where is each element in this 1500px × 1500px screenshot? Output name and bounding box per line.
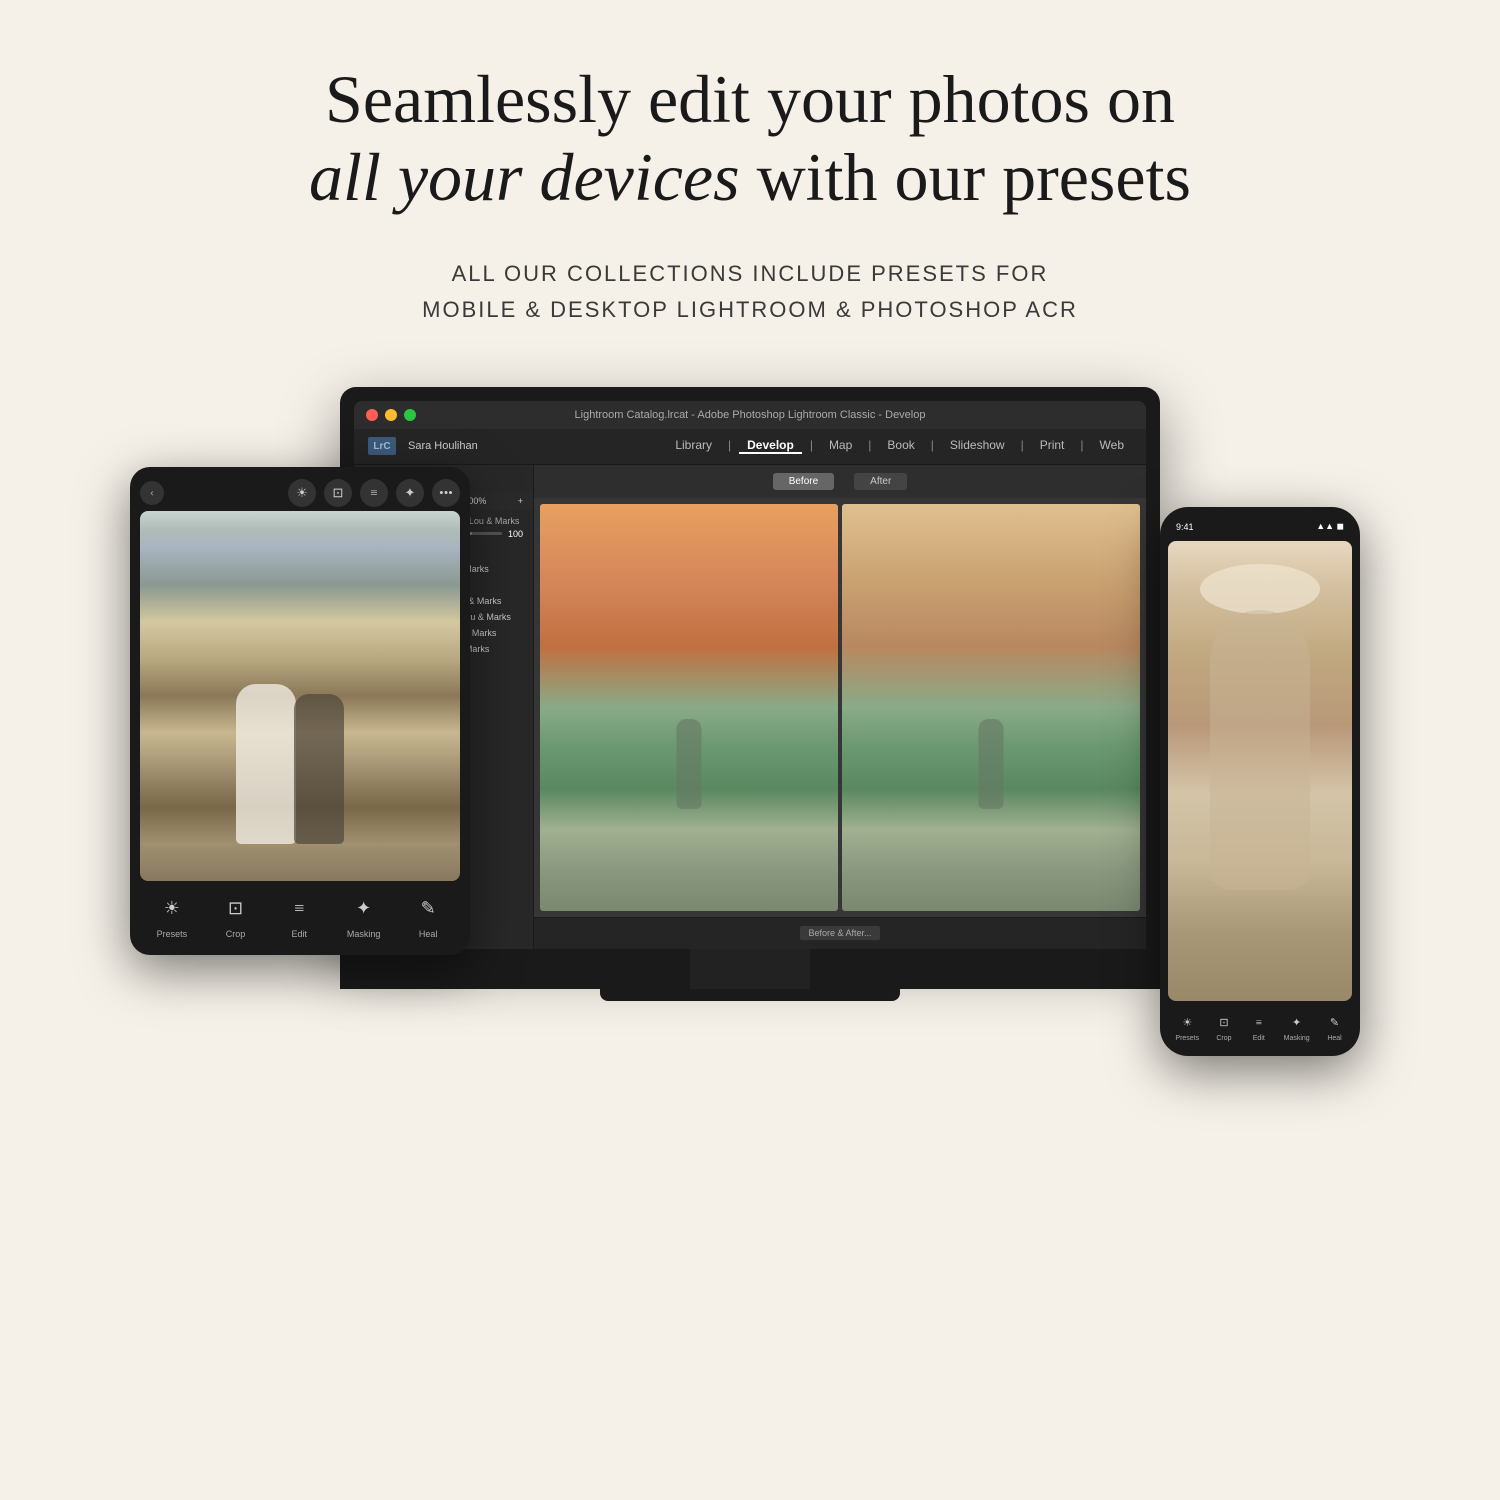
- ipad-heal-label: Heal: [419, 929, 438, 939]
- lr-content: Before After Before & Afte: [534, 465, 1146, 949]
- mac-close-btn[interactable]: [366, 409, 378, 421]
- ipad-back-icon[interactable]: ‹: [140, 481, 164, 505]
- ipad-icon-crop[interactable]: ⊡: [324, 479, 352, 507]
- mac-stand-neck: [690, 949, 810, 989]
- iphone-tool-masking[interactable]: ✦ Masking: [1284, 1013, 1310, 1042]
- ipad-masking-label: Masking: [347, 929, 381, 939]
- iphone-crop-icon: ⊡: [1214, 1013, 1234, 1033]
- ipad-edit-icon: ≡: [283, 893, 315, 925]
- devices-container: Lightroom Catalog.lrcat - Adobe Photosho…: [150, 387, 1350, 1207]
- lr-nav-map[interactable]: Map: [821, 438, 860, 454]
- iphone-masking-icon: ✦: [1287, 1013, 1307, 1033]
- iphone-tool-heal[interactable]: ✎ Heal: [1325, 1013, 1345, 1042]
- ipad-presets-label: Presets: [157, 929, 188, 939]
- iphone-heal-icon: ✎: [1325, 1013, 1345, 1033]
- iphone-edit-icon: ≡: [1249, 1013, 1269, 1033]
- ipad-presets-icon: ☀: [156, 893, 188, 925]
- ipad-icons: ☀ ⊡ ≡ ✦ •••: [288, 479, 460, 507]
- lr-topbar: LrC Sara Houlihan Library | Develop | Ma…: [354, 429, 1146, 465]
- ipad: ‹ ☀ ⊡ ≡ ✦ ••• ☀ Presets: [130, 467, 470, 955]
- ipad-tool-crop[interactable]: ⊡ Crop: [220, 893, 252, 939]
- lr-nav-library[interactable]: Library: [667, 438, 720, 454]
- lr-logo: LrC: [368, 437, 396, 455]
- woman-silhouette-after: [979, 719, 1004, 809]
- ipad-topbar: ‹ ☀ ⊡ ≡ ✦ •••: [140, 479, 460, 507]
- lr-nav-print[interactable]: Print: [1032, 438, 1073, 454]
- iphone: 9:41 ▲▲ ◼ ☀ Presets ⊡ Crop ≡ Edit: [1160, 507, 1360, 1056]
- lr-main: ▸ Navigator FIT100%200%+ Preset: Vintage…: [354, 465, 1146, 949]
- lr-nav-slideshow[interactable]: Slideshow: [942, 438, 1013, 454]
- ipad-outer: ‹ ☀ ⊡ ≡ ✦ ••• ☀ Presets: [130, 467, 470, 955]
- ipad-icon-mask[interactable]: ✦: [396, 479, 424, 507]
- lr-user: Sara Houlihan: [408, 440, 478, 452]
- lr-before-after-bar: Before After: [534, 465, 1146, 498]
- lr-before-btn[interactable]: Before: [773, 473, 834, 490]
- iphone-masking-label: Masking: [1284, 1035, 1310, 1042]
- ipad-masking-icon: ✦: [348, 893, 380, 925]
- ipad-icon-sun[interactable]: ☀: [288, 479, 316, 507]
- headline-italic: all your devices: [309, 139, 740, 215]
- subtitle: ALL OUR COLLECTIONS INCLUDE PRESETS FOR …: [422, 256, 1078, 326]
- ipad-tool-presets[interactable]: ☀ Presets: [156, 893, 188, 939]
- groom-silhouette: [294, 694, 344, 844]
- iphone-tool-edit[interactable]: ≡ Edit: [1249, 1013, 1269, 1042]
- mac-maximize-btn[interactable]: [404, 409, 416, 421]
- iphone-outer: 9:41 ▲▲ ◼ ☀ Presets ⊡ Crop ≡ Edit: [1160, 507, 1360, 1056]
- lr-amount-value: 100: [508, 529, 523, 539]
- ipad-icon-sliders[interactable]: ≡: [360, 479, 388, 507]
- ipad-crop-icon: ⊡: [220, 893, 252, 925]
- iphone-tool-presets[interactable]: ☀ Presets: [1175, 1013, 1199, 1042]
- headline-normal: with our presets: [740, 139, 1191, 215]
- lr-photo-after: [842, 504, 1140, 911]
- iphone-edit-label: Edit: [1253, 1035, 1265, 1042]
- ipad-tool-heal[interactable]: ✎ Heal: [412, 893, 444, 939]
- iphone-heal-label: Heal: [1327, 1035, 1341, 1042]
- lr-bottom-before-after[interactable]: Before & After...: [800, 926, 879, 940]
- mac-minimize-btn[interactable]: [385, 409, 397, 421]
- woman-silhouette-before: [677, 719, 702, 809]
- mac-screen: LrC Sara Houlihan Library | Develop | Ma…: [354, 429, 1146, 949]
- ipad-crop-label: Crop: [226, 929, 246, 939]
- iphone-presets-icon: ☀: [1177, 1013, 1197, 1033]
- ipad-tool-edit[interactable]: ≡ Edit: [283, 893, 315, 939]
- iphone-photo: [1168, 541, 1352, 1001]
- iphone-tool-crop[interactable]: ⊡ Crop: [1214, 1013, 1234, 1042]
- mac-title-bar: Lightroom Catalog.lrcat - Adobe Photosho…: [354, 401, 1146, 429]
- lr-photos: [534, 498, 1146, 917]
- lr-photo-before: [540, 504, 838, 911]
- lr-nav-web[interactable]: Web: [1092, 438, 1132, 454]
- ipad-icon-more[interactable]: •••: [432, 479, 460, 507]
- bride-silhouette: [236, 684, 296, 844]
- lr-bottom-bar: Before & After...: [534, 917, 1146, 949]
- iphone-presets-label: Presets: [1175, 1035, 1199, 1042]
- ipad-toolbar: ☀ Presets ⊡ Crop ≡ Edit ✦ Masking ✎ He: [140, 889, 460, 943]
- ipad-edit-label: Edit: [291, 929, 307, 939]
- lr-nav-book[interactable]: Book: [879, 438, 922, 454]
- iphone-person-silhouette: [1210, 610, 1310, 890]
- ipad-heal-icon: ✎: [412, 893, 444, 925]
- mac-title-text: Lightroom Catalog.lrcat - Adobe Photosho…: [575, 409, 926, 421]
- iphone-time: 9:41: [1176, 522, 1194, 532]
- iphone-notch: 9:41 ▲▲ ◼: [1168, 517, 1352, 537]
- iphone-status: ▲▲ ◼: [1316, 521, 1344, 532]
- lr-nav-develop[interactable]: Develop: [739, 438, 802, 454]
- subtitle-line2: MOBILE & DESKTOP LIGHTROOM & PHOTOSHOP A…: [422, 297, 1078, 322]
- iphone-crop-label: Crop: [1216, 1035, 1231, 1042]
- subtitle-line1: ALL OUR COLLECTIONS INCLUDE PRESETS FOR: [452, 261, 1049, 286]
- iphone-hat-silhouette: [1200, 564, 1320, 614]
- mac-base: [600, 989, 900, 1001]
- ipad-photo: [140, 511, 460, 881]
- ipad-tool-masking[interactable]: ✦ Masking: [347, 893, 381, 939]
- headline-line1: Seamlessly edit your photos on: [325, 61, 1175, 137]
- iphone-toolbar: ☀ Presets ⊡ Crop ≡ Edit ✦ Masking ✎ He: [1168, 1009, 1352, 1046]
- mac-stand: [340, 949, 1160, 989]
- lr-after-btn[interactable]: After: [854, 473, 907, 490]
- lr-nav: Library | Develop | Map | Book | Slidesh…: [667, 438, 1132, 454]
- headline: Seamlessly edit your photos on all your …: [309, 60, 1191, 216]
